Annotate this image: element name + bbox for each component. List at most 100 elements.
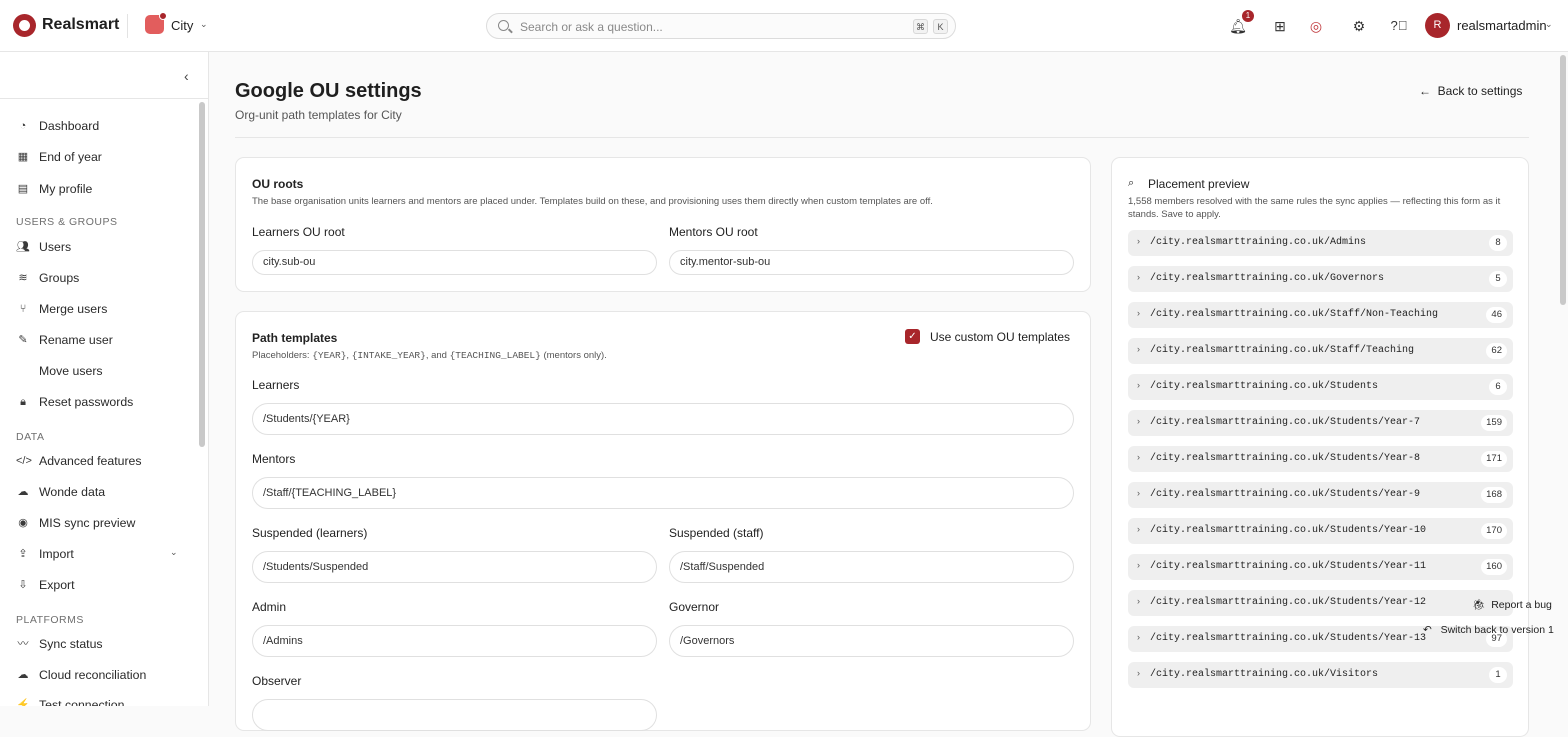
gear-icon[interactable]: ⚙ [1349,16,1369,36]
switch-version-label: Switch back to version 1 [1440,624,1554,636]
chevron-right-icon[interactable]: › [1137,380,1140,390]
section-heading-platforms: PLATFORMS [16,614,84,626]
sidebar-item-label: Users [39,240,72,254]
member-count-badge: 160 [1481,559,1507,575]
placement-preview-card: ⌕ Placement preview 1,558 members resolv… [1111,157,1529,737]
custom-templates-checkbox[interactable]: ✓ [905,329,920,344]
sidebar-item-label: Groups [39,271,80,285]
avatar[interactable]: R [1425,13,1450,38]
learners-template-input[interactable]: /Students/{YEAR} [252,403,1074,435]
sidebar-item-dashboard[interactable]: ◔ Dashboard [16,116,196,136]
sidebar-item-wonde-data[interactable]: ☁ Wonde data [16,482,196,502]
section-heading-users: USERS & GROUPS [16,216,118,228]
sidebar-item-sync-status[interactable]: 〰 Sync status [16,634,196,654]
preview-row[interactable]: › /city.realsmarttraining.co.uk/Students/… [1128,482,1513,508]
sidebar-item-label: MIS sync preview [39,516,136,530]
mentors-template-input[interactable]: /Staff/{TEACHING_LABEL} [252,477,1074,509]
observer-template-input[interactable] [252,699,657,731]
member-count-badge: 171 [1481,451,1507,467]
brand-name[interactable]: Realsmart [42,16,119,34]
report-bug-label: Report a bug [1491,599,1552,611]
chevron-right-icon[interactable]: › [1137,272,1140,282]
governor-template-input[interactable]: /Governors [669,625,1074,657]
chevron-right-icon[interactable]: › [1137,524,1140,534]
back-to-settings-button[interactable]: ← Back to settings [1419,84,1522,98]
sidebar-item-my-profile[interactable]: ▤ My profile [16,179,196,199]
preview-row[interactable]: › /city.realsmarttraining.co.uk/Students/… [1128,518,1513,544]
preview-row[interactable]: › /city.realsmarttraining.co.uk/Students/… [1128,554,1513,580]
download-icon: ⇩ [18,579,28,591]
admin-template-input[interactable]: /Admins [252,625,657,657]
ou-path: /city.realsmarttraining.co.uk/Students/Y… [1150,561,1427,572]
page-scrollbar[interactable] [1559,52,1568,706]
member-count-badge: 159 [1481,415,1507,431]
chevron-down-icon[interactable]: ⌄ [1545,19,1553,30]
sidebar-item-groups[interactable]: ≋ Groups [16,268,196,288]
sidebar-item-test-connection[interactable]: ⚡ Test connection [16,695,196,706]
switch-version-button[interactable]: ↶ Switch back to version 1 [1423,624,1554,636]
preview-row[interactable]: › /city.realsmarttraining.co.uk/Students 6 [1128,374,1513,400]
chevron-down-icon[interactable]: ⌄ [170,547,178,558]
scrollbar-thumb[interactable] [1560,55,1566,305]
preview-row[interactable]: › /city.realsmarttraining.co.uk/Staff/Tea… [1128,338,1513,364]
chevron-down-icon[interactable]: ⌄ [200,19,208,30]
chevron-right-icon[interactable]: › [1137,236,1140,246]
preview-row[interactable]: › /city.realsmarttraining.co.uk/Students/… [1128,446,1513,472]
mentors-ou-root-input[interactable]: city.mentor-sub-ou [669,250,1074,275]
ou-path: /city.realsmarttraining.co.uk/Students/Y… [1150,525,1427,536]
sidebar-item-reset-passwords[interactable]: 🔒︎ Reset passwords [16,392,196,412]
sidebar-item-label: My profile [39,182,93,196]
sidebar-item-advanced-features[interactable]: </> Advanced features [16,451,196,471]
sidebar-item-cloud-reconciliation[interactable]: ☁ Cloud reconciliation [16,665,196,685]
preview-row[interactable]: › /city.realsmarttraining.co.uk/Admins 8 [1128,230,1513,256]
sidebar-item-export[interactable]: ⇩ Export [16,575,196,595]
sidebar-item-import[interactable]: ⇪ Import ⌄ [16,544,196,564]
report-bug-button[interactable]: 🐞︎ Report a bug [1472,598,1552,611]
help-icon[interactable]: ?⃝ [1389,16,1409,36]
lock-icon: 🔒︎ [20,396,26,408]
sidebar-scrollbar[interactable] [199,102,205,447]
layers-icon: ≋ [18,272,28,284]
chevron-right-icon[interactable]: › [1137,632,1140,642]
chevron-right-icon[interactable]: › [1137,488,1140,498]
sidebar-item-users[interactable]: 👥︎ Users [16,237,196,257]
chevron-right-icon[interactable]: › [1137,344,1140,354]
chevron-right-icon[interactable]: › [1137,308,1140,318]
search-input[interactable]: Search or ask a question... [520,20,663,34]
kbd-k: K [933,19,948,34]
suspended-learners-input[interactable]: /Students/Suspended [252,551,657,583]
learners-ou-root-input[interactable]: city.sub-ou [252,250,657,275]
sidebar-item-merge-users[interactable]: ⑂ Merge users [16,299,196,319]
username[interactable]: realsmartadmin [1457,18,1547,33]
sidebar-item-end-of-year[interactable]: ▦ End of year [16,147,196,167]
suspended-staff-input[interactable]: /Staff/Suspended [669,551,1074,583]
ou-path: /city.realsmarttraining.co.uk/Students/Y… [1150,633,1427,644]
custom-templates-label[interactable]: Use custom OU templates [930,330,1070,344]
sidebar-item-label: Move users [39,364,103,378]
chevron-right-icon[interactable]: › [1137,668,1140,678]
member-count-badge: 6 [1489,379,1507,395]
apps-grid-icon[interactable]: ⊞ [1270,16,1290,36]
sidebar-item-mis-sync-preview[interactable]: ◉ MIS sync preview [16,513,196,533]
preview-row[interactable]: › /city.realsmarttraining.co.uk/Visitors 1 [1128,662,1513,688]
sidebar-item-label: Advanced features [39,454,142,468]
tenant-switcher[interactable]: City [171,18,193,33]
preview-row[interactable]: › /city.realsmarttraining.co.uk/Students/… [1128,410,1513,436]
sidebar-item-rename-user[interactable]: ✎ Rename user [16,330,196,350]
placeholder-teaching-label: {TEACHING_LABEL} [449,350,541,361]
sidebar-item-label: Import [39,547,74,561]
sidebar-item-move-users[interactable]: Move users [16,361,196,381]
realsmart-logo[interactable] [13,14,36,37]
chevron-right-icon[interactable]: › [1137,452,1140,462]
preview-row[interactable]: › /city.realsmarttraining.co.uk/Students/… [1128,590,1513,616]
collapse-sidebar-icon[interactable]: ‹ [184,68,189,84]
chevron-right-icon[interactable]: › [1137,560,1140,570]
section-heading-data: DATA [16,431,45,443]
preview-row[interactable]: › /city.realsmarttraining.co.uk/Staff/Non… [1128,302,1513,328]
chevron-right-icon[interactable]: › [1137,596,1140,606]
globe-icon[interactable]: ◎ [1306,16,1326,36]
chevron-right-icon[interactable]: › [1137,416,1140,426]
preview-row[interactable]: › /city.realsmarttraining.co.uk/Governors… [1128,266,1513,292]
search-bar[interactable]: Search or ask a question... ⌘ K [486,13,956,39]
notification-badge: 1 [1242,10,1254,22]
